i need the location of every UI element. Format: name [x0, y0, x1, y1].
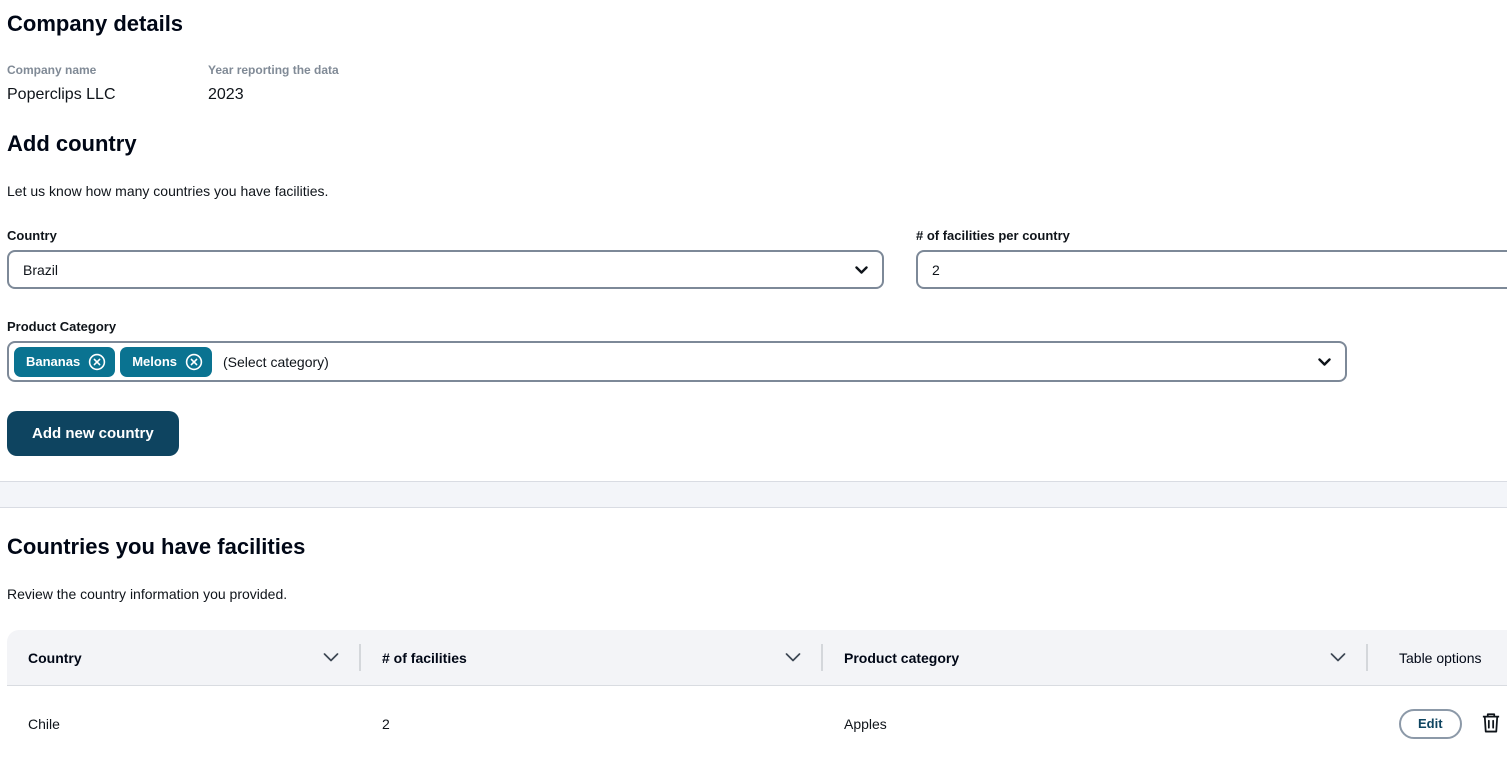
cell-product-category: Apples [844, 715, 887, 732]
countries-table: Country # of facilities Product category [7, 630, 1507, 758]
company-name-value: Poperclips LLC [7, 86, 116, 103]
remove-token-icon[interactable] [88, 353, 106, 371]
add-country-title: Add country [7, 131, 137, 156]
column-header-facilities-label: # of facilities [382, 649, 467, 666]
table-header-row: Country # of facilities Product category [7, 630, 1507, 686]
country-select-value: Brazil [23, 261, 59, 278]
facilities-field: # of facilities per country [916, 228, 1507, 289]
country-label: Country [7, 228, 57, 243]
product-category-label: Product Category [7, 319, 117, 334]
company-details-key-values: Company name Poperclips LLC Year reporti… [7, 63, 1507, 105]
trash-icon [1480, 711, 1502, 737]
reporting-year-value: 2023 [208, 86, 244, 103]
company-name-label: Company name [7, 63, 97, 77]
company-name-field: Company name Poperclips LLC [7, 63, 208, 105]
cell-facilities: 2 [382, 715, 390, 732]
facilities-input[interactable] [916, 250, 1507, 289]
token-bananas: Bananas [14, 346, 116, 377]
reporting-year-field: Year reporting the data 2023 [208, 63, 409, 105]
country-field: Country Brazil [7, 228, 884, 289]
column-header-country: Country [7, 630, 361, 685]
column-header-table-options: Table options [1368, 630, 1507, 685]
edit-row-button[interactable]: Edit [1399, 708, 1462, 739]
token-bananas-label: Bananas [26, 354, 81, 369]
country-form-row: Country Brazil # of facilities per count… [7, 228, 1507, 289]
page: Company details Company name Poperclips … [0, 0, 1507, 758]
token-melons: Melons [120, 346, 212, 377]
add-new-country-button[interactable]: Add new country [7, 411, 179, 456]
facilities-label: # of facilities per country [916, 228, 1070, 243]
countries-table-description: Review the country information you provi… [7, 586, 288, 602]
column-header-table-options-label: Table options [1399, 649, 1482, 666]
country-select[interactable]: Brazil [7, 250, 884, 289]
reporting-year-label: Year reporting the data [208, 63, 339, 77]
remove-token-icon[interactable] [185, 353, 203, 371]
chevron-down-icon[interactable] [785, 653, 801, 662]
chevron-down-icon [855, 265, 868, 274]
column-header-facilities: # of facilities [361, 630, 823, 685]
countries-table-title: Countries you have facilities [7, 534, 306, 559]
table-row: Chile 2 Apples Edit [7, 686, 1507, 758]
token-melons-label: Melons [132, 354, 177, 369]
product-category-field: Product Category Bananas Melons (Select … [7, 319, 1507, 382]
page-title: Company details [7, 11, 184, 36]
chevron-down-icon [1318, 357, 1331, 366]
column-header-product-category-label: Product category [844, 649, 960, 666]
cell-country: Chile [28, 715, 60, 732]
product-category-placeholder: (Select category) [223, 353, 329, 370]
section-divider-band [0, 481, 1507, 508]
column-header-country-label: Country [28, 649, 82, 666]
delete-row-button[interactable] [1480, 711, 1502, 737]
add-country-description: Let us know how many countries you have … [7, 183, 329, 199]
chevron-down-icon[interactable] [1330, 653, 1346, 662]
cell-table-options: Edit [1368, 708, 1507, 739]
chevron-down-icon[interactable] [323, 653, 339, 662]
product-category-multiselect[interactable]: Bananas Melons (Select category) [7, 341, 1347, 382]
column-header-product-category: Product category [823, 630, 1368, 685]
